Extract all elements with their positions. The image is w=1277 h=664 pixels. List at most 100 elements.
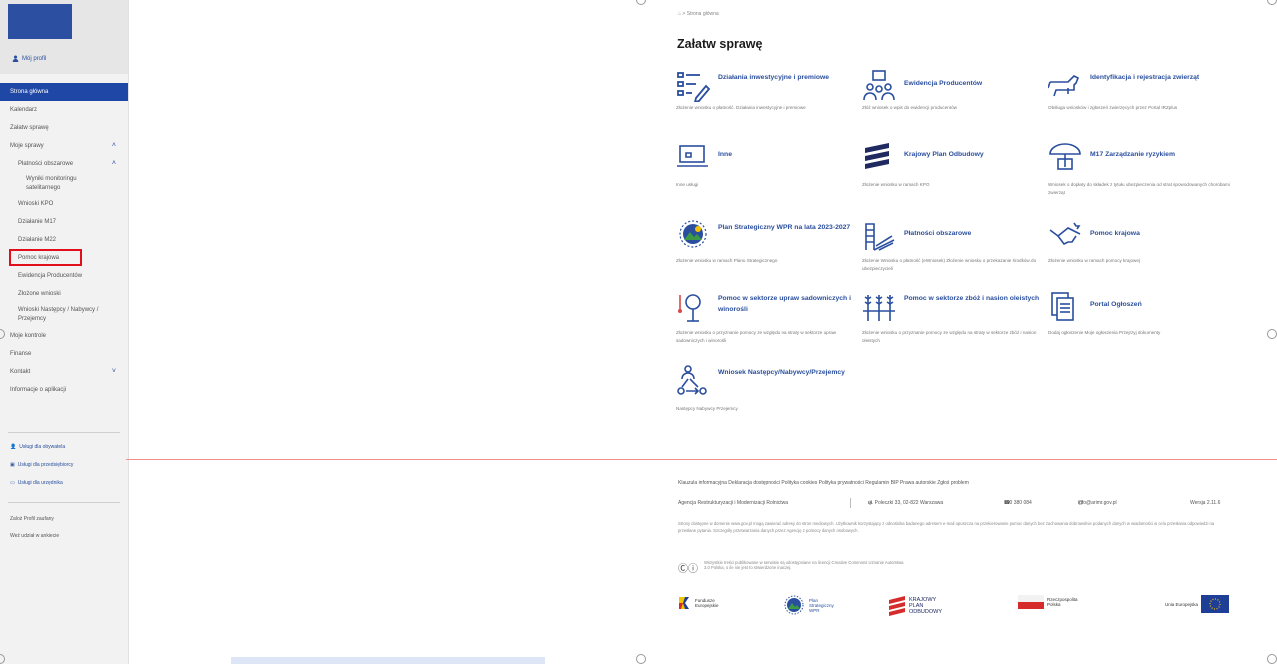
- documents-icon: [1051, 292, 1074, 321]
- sidebar-item-label: Informacje o aplikacji: [10, 387, 67, 393]
- sidebar-item-area-payments[interactable]: Płatności obszarowe ˄: [0, 155, 128, 173]
- license-text: Wszystkie treści publikowane w serwisie …: [704, 560, 904, 570]
- resize-handle[interactable]: [636, 0, 646, 5]
- kpo-logo: KRAJOWY PLAN ODBUDOWY: [888, 595, 951, 617]
- sidebar-item-finance[interactable]: Finanse: [0, 345, 128, 363]
- sidebar-divider: [8, 502, 120, 503]
- sidebar-item-label: Działanie M22: [18, 237, 57, 243]
- form-pen-icon: [677, 72, 710, 102]
- service-label: Usługi dla obywatela: [19, 444, 66, 450]
- resize-handle[interactable]: [636, 654, 646, 664]
- sidebar-item-label: Złożone wnioski: [18, 291, 61, 297]
- poland-flag-icon: [1018, 595, 1044, 609]
- partner-logos: Fundusze Europejskie Plan Strategiczny W…: [678, 595, 1230, 625]
- highlight-box: [9, 249, 82, 266]
- tile-desc: Dodaj ogłoszenie Moje ogłoszenia Przejrz…: [1048, 330, 1161, 335]
- breadcrumb: ⌂ > Strona główna: [678, 11, 719, 17]
- kpo-logo-icon: [889, 596, 905, 616]
- tile-title: Inne: [718, 151, 732, 158]
- service-business-link[interactable]: ▣ Usługi dla przedsiębiorcy: [10, 462, 73, 468]
- sidebar-item-satellite-monitoring[interactable]: Wyniki monitoringu satelitarnego: [0, 173, 102, 195]
- umbrella-icon: [1049, 143, 1081, 170]
- sidebar-item-label: Wyniki monitoringu satelitarnego: [26, 176, 77, 191]
- transfer-icon: [677, 365, 707, 395]
- sidebar-item-app-info[interactable]: Informacje o aplikacji: [0, 381, 128, 399]
- profile-link[interactable]: Mój profil: [12, 55, 46, 62]
- sidebar-item-label: Działanie M17: [18, 219, 57, 225]
- tile-desc: Złożenie wniosku w ramach Planu Strategi…: [676, 258, 778, 263]
- tile-desc: Inne usługi: [676, 182, 699, 187]
- tile-desc: Złożenie wniosku o płatność. Działania i…: [676, 105, 806, 110]
- tile-title: Działania inwestycyjne i premiowe: [718, 74, 830, 81]
- person-icon: 👤: [10, 444, 17, 450]
- cow-icon: [1048, 75, 1080, 97]
- sidebar-item-label: Moje kontrole: [10, 333, 47, 339]
- wpr-icon: [679, 220, 707, 248]
- tile-desc: Następcy Nabywcy Przejemcy: [676, 406, 738, 411]
- sidebar-item-national-aid[interactable]: Pomoc krajowa: [0, 249, 128, 267]
- tile-title: Pomoc w sektorze upraw sadowniczych i wi…: [718, 295, 851, 313]
- home-icon[interactable]: ⌂: [678, 11, 681, 17]
- sidebar-item-services[interactable]: Załatw sprawę: [0, 119, 128, 137]
- section-divider: [126, 459, 1277, 460]
- kpo-icon: [865, 143, 889, 169]
- sidebar-item-label: Płatności obszarowe: [18, 161, 74, 167]
- sidebar-item-submitted[interactable]: Złożone wnioski: [0, 285, 128, 303]
- sidebar-item-home[interactable]: Strona główna: [0, 83, 128, 101]
- version: Wersja 2.11.6: [1190, 500, 1221, 506]
- page-title: Załatw sprawę: [677, 37, 763, 51]
- laptop-icon: [677, 145, 708, 167]
- sidebar-item-calendar[interactable]: Kalendarz: [0, 101, 128, 119]
- fruit-tree-icon: [678, 294, 701, 322]
- wpr-logo-icon: [784, 595, 804, 615]
- sidebar-item-my-controls[interactable]: Moje kontrole: [0, 327, 128, 345]
- resize-handle[interactable]: [1267, 329, 1277, 339]
- service-official-link[interactable]: ▭ Usługi dla urzędnika: [10, 480, 63, 486]
- resize-handle[interactable]: [1267, 654, 1277, 664]
- address-text: ul. Poleczki 33, 02-822 Warszawa: [868, 500, 944, 506]
- sidebar-item-my-cases[interactable]: Moje sprawy ˄: [0, 137, 128, 155]
- tile-desc: Wniosek o dopłaty do składek z tytułu ub…: [1048, 182, 1230, 195]
- sidebar: Mój profil Strona główna Kalendarz Załat…: [0, 0, 129, 664]
- profile-label: Mój profil: [22, 55, 47, 62]
- sidebar-item-label: Załatw sprawę: [10, 125, 49, 131]
- chevron-up-icon[interactable]: ˄: [112, 137, 116, 155]
- bottom-panel: [231, 657, 545, 664]
- tile-desc: Obsługa wniosków i zgłoszeń zwierzęcych …: [1048, 105, 1178, 110]
- sidebar-nav: Strona główna Kalendarz Załatw sprawę Mo…: [0, 83, 128, 399]
- chevron-up-icon[interactable]: ˄: [112, 155, 116, 173]
- sidebar-item-kpo[interactable]: Wnioski KPO: [0, 195, 128, 213]
- sidebar-item-label: Kontakt: [10, 369, 31, 375]
- briefcase-icon: ▣: [10, 462, 15, 468]
- sidebar-item-successor-requests[interactable]: Wnioski Następcy / Nabywcy / Przejemcy: [0, 303, 100, 327]
- logo-text: Unia Europejska: [1164, 601, 1198, 607]
- survey-link[interactable]: Weź udział w ankiecie: [10, 533, 59, 539]
- resize-handle[interactable]: [1267, 0, 1277, 5]
- footer-separator: [850, 498, 851, 508]
- creative-commons-icon: Ⓒⓘ: [678, 564, 698, 575]
- sidebar-item-m22[interactable]: Działanie M22: [0, 231, 128, 249]
- tile-title: Wniosek Następcy/Nabywcy/Przejemcy: [718, 369, 845, 376]
- footer-links[interactable]: Klauzula informacyjna Deklaracja dostępn…: [678, 480, 969, 486]
- handshake-icon: [1049, 222, 1081, 246]
- sidebar-item-label: Wnioski Następcy / Nabywcy / Przejemcy: [18, 307, 99, 322]
- agency-name: Agencja Restrukturyzacji i Modernizacji …: [678, 500, 789, 506]
- sidebar-item-producers-registry[interactable]: Ewidencja Producentów: [0, 267, 128, 285]
- license-notice: Ⓒⓘ Wszystkie treści publikowane w serwis…: [678, 560, 904, 575]
- tile-title: Plan Strategiczny WPR na lata 2023-2027: [718, 224, 851, 231]
- service-citizen-link[interactable]: 👤 Usługi dla obywatela: [10, 444, 65, 450]
- service-label: Usługi dla przedsiębiorcy: [17, 462, 74, 468]
- app-logo[interactable]: [8, 4, 72, 39]
- sidebar-item-m17[interactable]: Działanie M17: [0, 213, 128, 231]
- sidebar-item-contact[interactable]: Kontakt ˅: [0, 363, 128, 381]
- tile-title: Portal Ogłoszeń: [1090, 301, 1142, 308]
- breadcrumb-current: Strona główna: [686, 11, 719, 17]
- tile-desc: Złożenie wniosku o przyznanie pomocy ze …: [862, 330, 1037, 343]
- tile-title: M17 Zarządzanie ryzykiem: [1090, 151, 1176, 158]
- chevron-down-icon[interactable]: ˅: [112, 363, 116, 381]
- people-icon: [863, 70, 895, 101]
- tile-desc: Złóż wniosek o wpis do ewidencji produce…: [862, 105, 957, 110]
- trusted-profile-link[interactable]: Zaloż Profil zaufany: [10, 516, 54, 522]
- grain-icon: [863, 295, 895, 321]
- tile-title: Identyfikacja i rejestracja zwierząt: [1090, 74, 1200, 81]
